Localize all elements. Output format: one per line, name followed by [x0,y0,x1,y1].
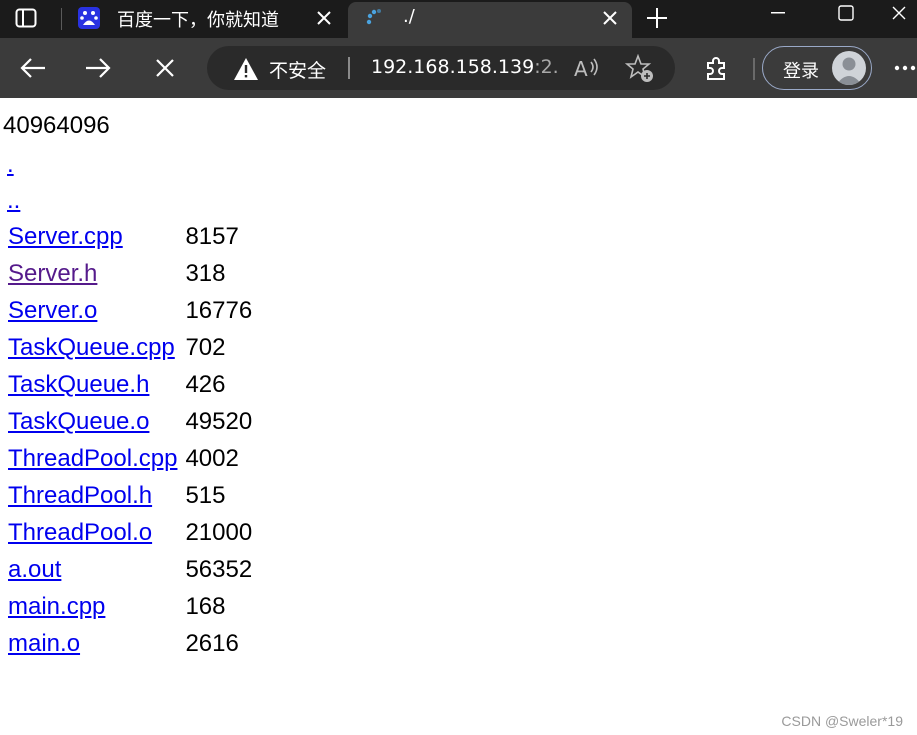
maximize-icon[interactable] [823,0,869,26]
file-link[interactable]: Server.h [8,260,97,287]
back-arrow-icon[interactable] [17,52,49,84]
close-icon[interactable] [314,8,334,28]
file-size: 318 [185,260,226,287]
file-name-cell: a.out [7,551,178,588]
file-size: 168 [185,593,226,620]
table-row: ThreadPool.h 515 [7,477,253,514]
tab-strip: 百度一下，你就知道 ./ [0,0,917,38]
file-link[interactable]: main.o [8,630,80,657]
file-size: 21000 [185,519,253,546]
tab-title: 百度一下，你就知道 [117,10,279,31]
file-size: 702 [185,334,226,361]
browser-toolbar: 不安全 192.168.158.139:2... A 登录 [0,38,917,98]
login-label: 登录 [783,61,819,82]
url-host: 192.168.158.139 [371,56,535,78]
table-row: TaskQueue.o 49520 [7,403,253,440]
file-size: 56352 [185,556,253,583]
file-link[interactable]: TaskQueue.cpp [8,334,175,361]
address-bar[interactable]: 不安全 192.168.158.139:2... A [207,46,675,90]
file-name-cell: Server.cpp [7,218,178,255]
table-row: Server.h 318 [7,255,253,292]
page-content: 40964096 . .. Server.cpp 8157 Server.h 318 S… [0,98,917,735]
file-size: 515 [185,482,226,509]
file-name-cell: main.o [7,625,178,662]
parent-dir-link[interactable]: .. [7,187,20,215]
file-size: 426 [185,371,226,398]
tab-directory[interactable]: ./ [348,2,632,38]
file-link[interactable]: TaskQueue.h [8,371,149,398]
extensions-puzzle-icon[interactable] [700,52,732,84]
table-row: Server.o 16776 [7,292,253,329]
toolbar-divider [753,58,755,80]
file-size: 16776 [185,297,253,324]
file-name-cell: main.cpp [7,588,178,625]
file-name-cell: ThreadPool.o [7,514,178,551]
svg-text:A: A [574,57,588,81]
address-divider [348,57,350,79]
table-row: main.cpp 168 [7,588,253,625]
tab-baidu[interactable]: 百度一下，你就知道 [62,0,346,38]
file-link[interactable]: ThreadPool.o [8,519,152,546]
url-rest: :2... [534,56,557,78]
file-link[interactable]: ThreadPool.h [8,482,152,509]
page-header-text: 40964096 [3,112,110,139]
stop-loading-icon[interactable] [149,52,181,84]
more-menu-icon[interactable] [890,52,917,84]
table-row: TaskQueue.cpp 702 [7,329,253,366]
table-row: a.out 56352 [7,551,253,588]
minimize-icon[interactable] [755,0,801,26]
file-size: 49520 [185,408,253,435]
add-favorite-star-icon[interactable] [624,53,655,84]
file-name-cell: Server.h [7,255,178,292]
file-size: 8157 [185,223,239,250]
file-name-cell: Server.o [7,292,178,329]
file-link[interactable]: Server.cpp [8,223,123,250]
file-name-cell: TaskQueue.cpp [7,329,178,366]
loading-spinner-icon [364,7,386,29]
file-link[interactable]: ThreadPool.cpp [8,445,177,472]
read-aloud-icon[interactable]: A [573,54,601,82]
file-link[interactable]: TaskQueue.o [8,408,149,435]
forward-arrow-icon[interactable] [82,52,114,84]
file-link[interactable]: main.cpp [8,593,105,620]
table-row: main.o 2616 [7,625,253,662]
file-size: 2616 [185,630,239,657]
baidu-icon [78,7,100,29]
login-button[interactable]: 登录 [762,46,872,90]
file-name-cell: ThreadPool.h [7,477,178,514]
file-name-cell: TaskQueue.h [7,366,178,403]
table-row: Server.cpp 8157 [7,218,253,255]
file-link[interactable]: a.out [8,556,61,583]
table-row: ThreadPool.o 21000 [7,514,253,551]
file-name-cell: ThreadPool.cpp [7,440,178,477]
url-field[interactable]: 192.168.158.139:2... [371,56,557,78]
current-dir-link[interactable]: . [7,151,14,179]
warning-icon[interactable] [233,57,259,81]
avatar [832,51,866,85]
table-row: TaskQueue.h 426 [7,366,253,403]
tab-title: ./ [403,6,415,27]
file-listing: Server.cpp 8157 Server.h 318 Server.o 16776 Ta… [5,218,255,662]
window-close-icon[interactable] [880,0,917,26]
table-row: ThreadPool.cpp 4002 [7,440,253,477]
watermark: CSDN @Sweler*19 [781,713,903,729]
file-size: 4002 [185,445,239,472]
close-icon[interactable] [600,8,620,28]
tab-actions-icon[interactable] [10,4,42,32]
not-secure-label[interactable]: 不安全 [269,56,326,83]
new-tab-plus-icon[interactable] [643,4,671,32]
file-name-cell: TaskQueue.o [7,403,178,440]
file-link[interactable]: Server.o [8,297,97,324]
